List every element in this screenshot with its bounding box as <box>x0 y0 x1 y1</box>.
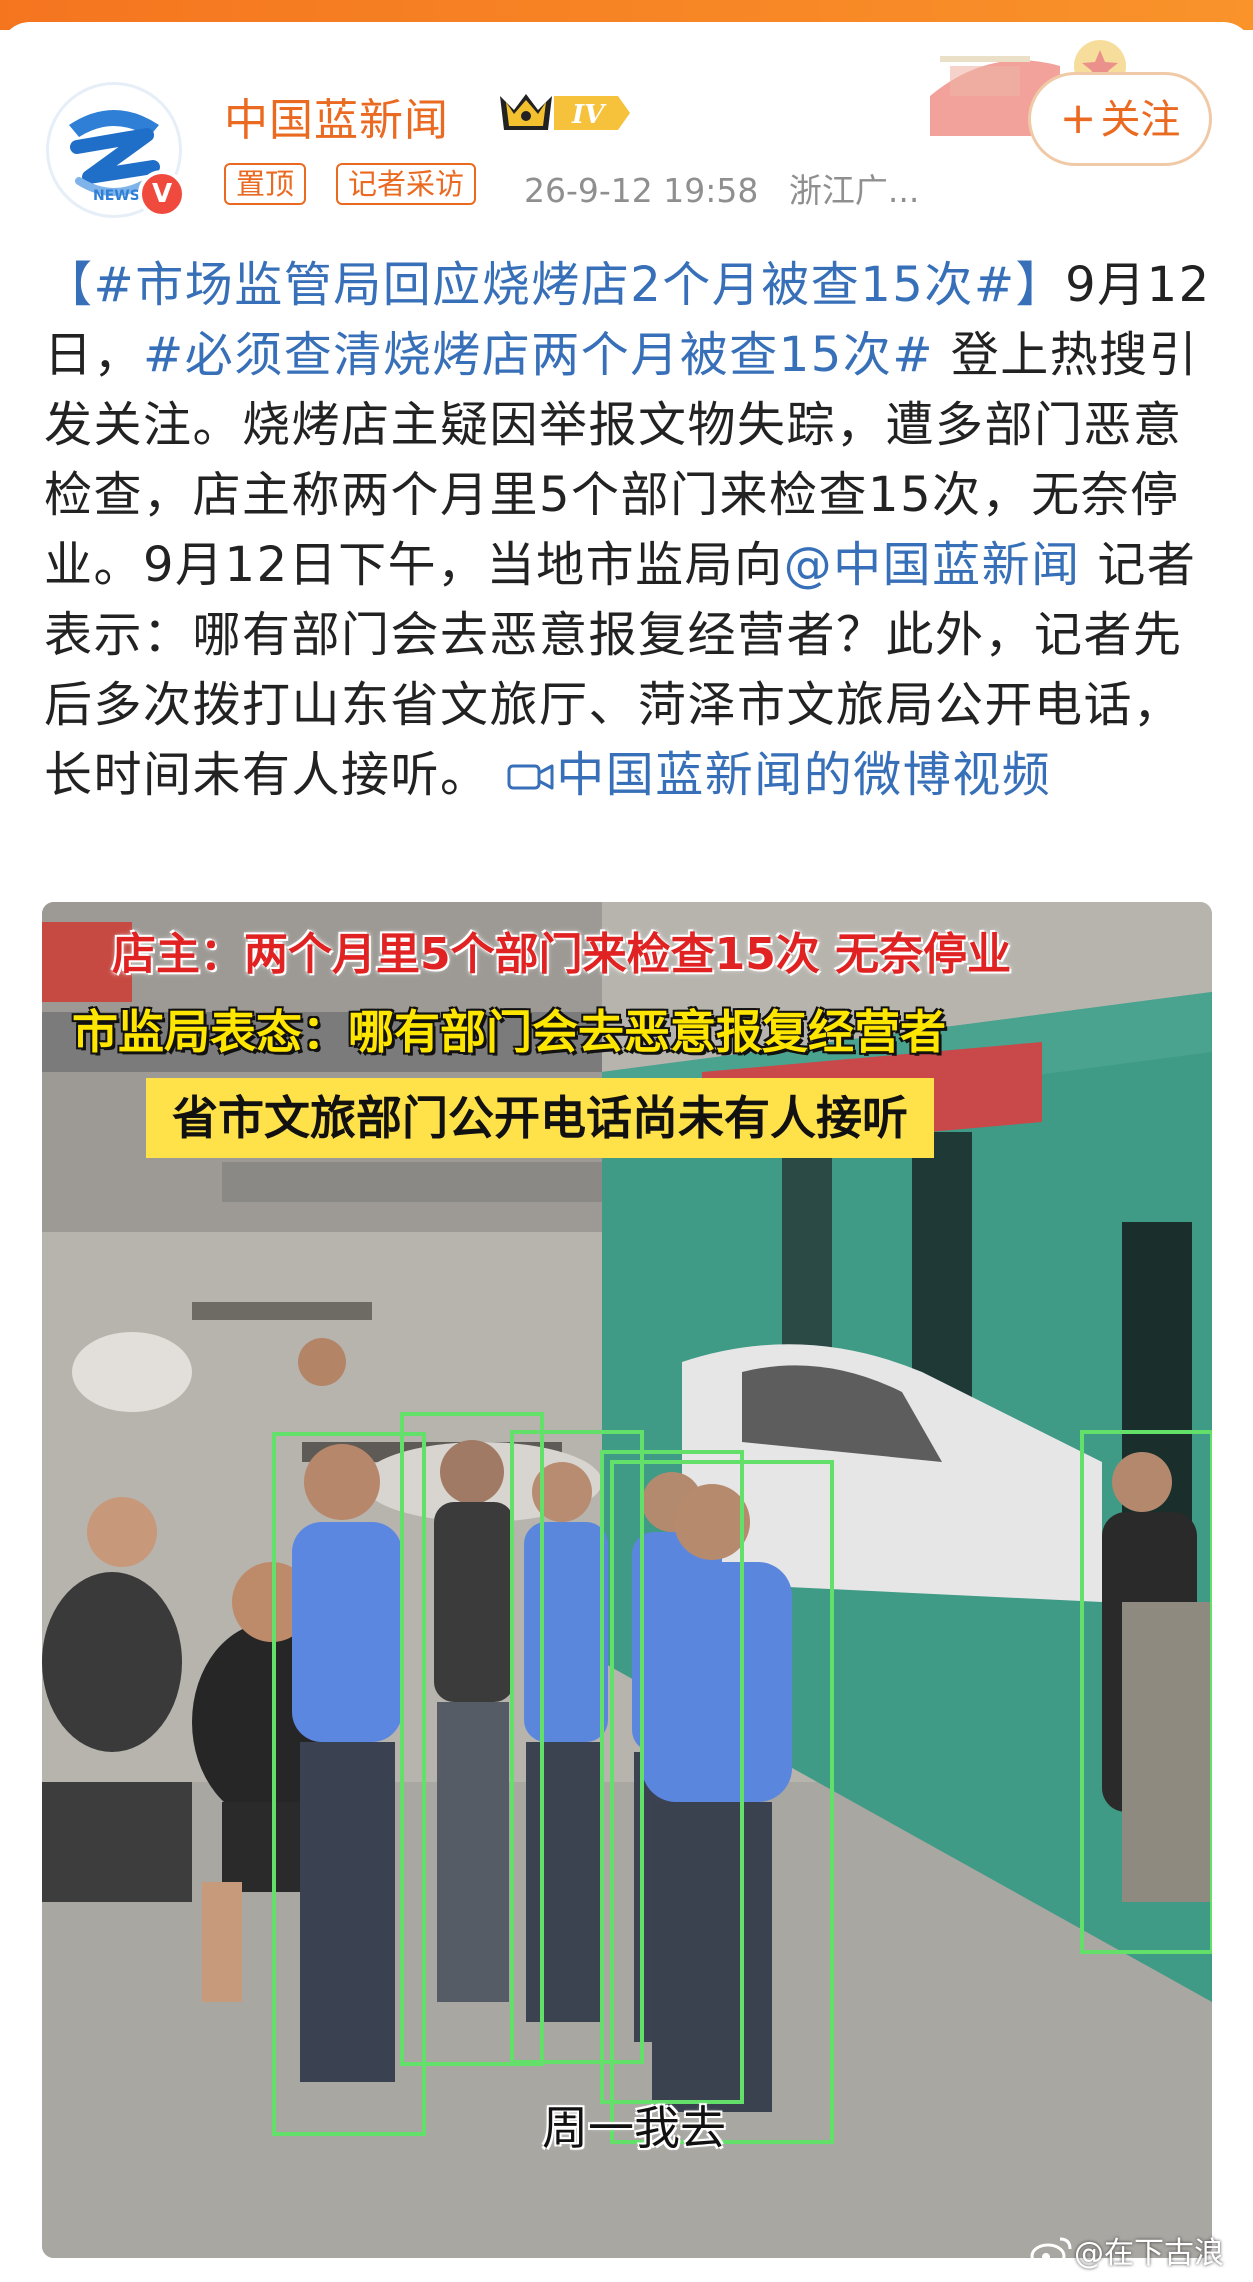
post-text: 【#市场监管局回应烧烤店2个月被查15次#】9月12日，#必须查清烧烤店两个月被… <box>44 250 1216 810</box>
video-caption-line-3: 省市文旅部门公开电话尚未有人接听 <box>146 1078 934 1158</box>
mention-link[interactable]: @中国蓝新闻 <box>784 537 1081 593</box>
video-link-label: 中国蓝新闻的微博视频 <box>556 747 1052 803</box>
post-timestamp: 26-9-12 19:58 <box>524 171 759 210</box>
watermark-text: @在下古浪 <box>1074 2236 1224 2271</box>
weibo-logo-icon <box>1030 2237 1072 2269</box>
pinned-tag: 置顶 <box>224 163 307 205</box>
hashtag-topic-2[interactable]: #必须查清烧烤店两个月被查15次# <box>143 327 934 383</box>
video-caption-line-1: 店主：两个月里5个部门来检查15次 无奈停业 <box>112 929 1012 980</box>
svg-text:NEWS: NEWS <box>93 188 140 204</box>
video-subtitle: 周一我去 <box>542 2101 726 2155</box>
level-badge-icon: IV <box>500 94 630 130</box>
reporter-interview-tag[interactable]: 记者采访 <box>336 163 477 205</box>
video-caption-line-2: 市监局表态：哪有部门会去恶意报复经营者 <box>72 1005 946 1059</box>
hashtag-topic-1[interactable]: 【#市场监管局回应烧烤店2个月被查15次#】 <box>44 257 1065 313</box>
video-player[interactable]: 店主：两个月里5个部门来检查15次 无奈停业 市监局表态：哪有部门会去恶意报复经… <box>42 902 1212 2258</box>
person-figure <box>434 1440 514 2002</box>
plus-icon: + <box>1059 93 1097 144</box>
follow-label: 关注 <box>1100 97 1181 143</box>
post-source: 浙江广... <box>788 171 920 210</box>
video-link[interactable]: 中国蓝新闻的微博视频 <box>506 747 1051 803</box>
officer-figure <box>524 1462 608 2022</box>
officer-figure <box>642 1484 792 2112</box>
follow-button[interactable]: + 关注 <box>1028 72 1212 166</box>
video-camera-icon <box>507 764 554 790</box>
svg-text:IV: IV <box>571 100 607 130</box>
verified-badge-icon: V <box>138 170 186 218</box>
officer-figure <box>292 1444 402 2082</box>
post-meta: 26-9-12 19:58 浙江广... <box>524 164 919 212</box>
account-name[interactable]: 中国蓝新闻 <box>224 84 449 148</box>
watermark: @在下古浪 <box>1030 2228 1224 2272</box>
